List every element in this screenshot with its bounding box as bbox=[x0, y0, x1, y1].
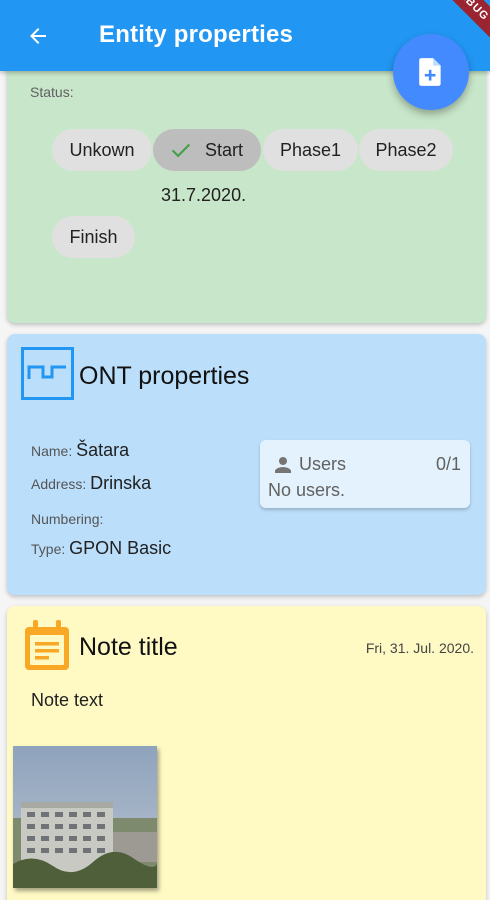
person-icon bbox=[275, 457, 291, 473]
ont-properties-card: ONT properties Name: Šatara Address: Dri… bbox=[7, 334, 486, 595]
users-panel[interactable]: Users 0/1 No users. bbox=[260, 440, 470, 508]
status-chip-phase1[interactable]: Phase1 bbox=[263, 129, 358, 171]
note-card[interactable]: Note title Fri, 31. Jul. 2020. Note text bbox=[7, 606, 486, 900]
prop-label: Name: bbox=[31, 443, 73, 459]
prop-value: Drinska bbox=[90, 473, 152, 493]
prop-label: Numbering: bbox=[31, 511, 104, 527]
status-start-date: 31.7.2020. bbox=[161, 185, 247, 205]
note-date: Fri, 31. Jul. 2020. bbox=[365, 640, 474, 656]
prop-label: Type: bbox=[31, 541, 66, 557]
prop-type: Type: GPON Basic bbox=[31, 538, 171, 559]
ont-title: ONT properties bbox=[79, 362, 250, 390]
status-chip-unknown[interactable]: Unkown bbox=[52, 129, 152, 171]
calendar-note-icon bbox=[25, 620, 69, 670]
add-note-fab[interactable] bbox=[393, 34, 469, 110]
status-chip-finish[interactable]: Finish bbox=[52, 216, 135, 258]
chip-label: Start bbox=[204, 139, 243, 160]
building-photo bbox=[13, 746, 157, 888]
chip-label: Phase1 bbox=[279, 139, 342, 160]
note-add-icon bbox=[419, 58, 441, 86]
back-button[interactable] bbox=[18, 16, 58, 56]
arrow-back-icon bbox=[30, 28, 46, 44]
chip-label: Unkown bbox=[69, 139, 135, 160]
check-icon bbox=[171, 142, 191, 158]
app-screen: Entity properties DEBUG Status: Unkown S… bbox=[0, 0, 490, 900]
page-title: Entity properties bbox=[99, 21, 294, 48]
prop-value: Šatara bbox=[76, 440, 130, 460]
chip-label: Phase2 bbox=[375, 139, 437, 160]
note-text: Note text bbox=[31, 690, 104, 710]
prop-label: Address: bbox=[31, 476, 87, 492]
prop-name: Name: Šatara bbox=[31, 440, 129, 461]
prop-numbering: Numbering: bbox=[31, 508, 103, 529]
status-chip-phase2[interactable]: Phase2 bbox=[359, 129, 453, 171]
users-label: Users bbox=[299, 454, 347, 474]
prop-value: GPON Basic bbox=[69, 538, 172, 558]
status-chip-start[interactable]: Start bbox=[153, 129, 261, 171]
ont-device-icon bbox=[21, 347, 74, 400]
note-title: Note title bbox=[79, 633, 178, 661]
users-count: 0/1 bbox=[435, 454, 461, 474]
status-label: Status: bbox=[30, 84, 74, 100]
users-empty-text: No users. bbox=[268, 480, 346, 500]
prop-address: Address: Drinska bbox=[31, 473, 151, 494]
chip-label: Finish bbox=[69, 226, 118, 247]
note-photo[interactable] bbox=[13, 746, 157, 888]
